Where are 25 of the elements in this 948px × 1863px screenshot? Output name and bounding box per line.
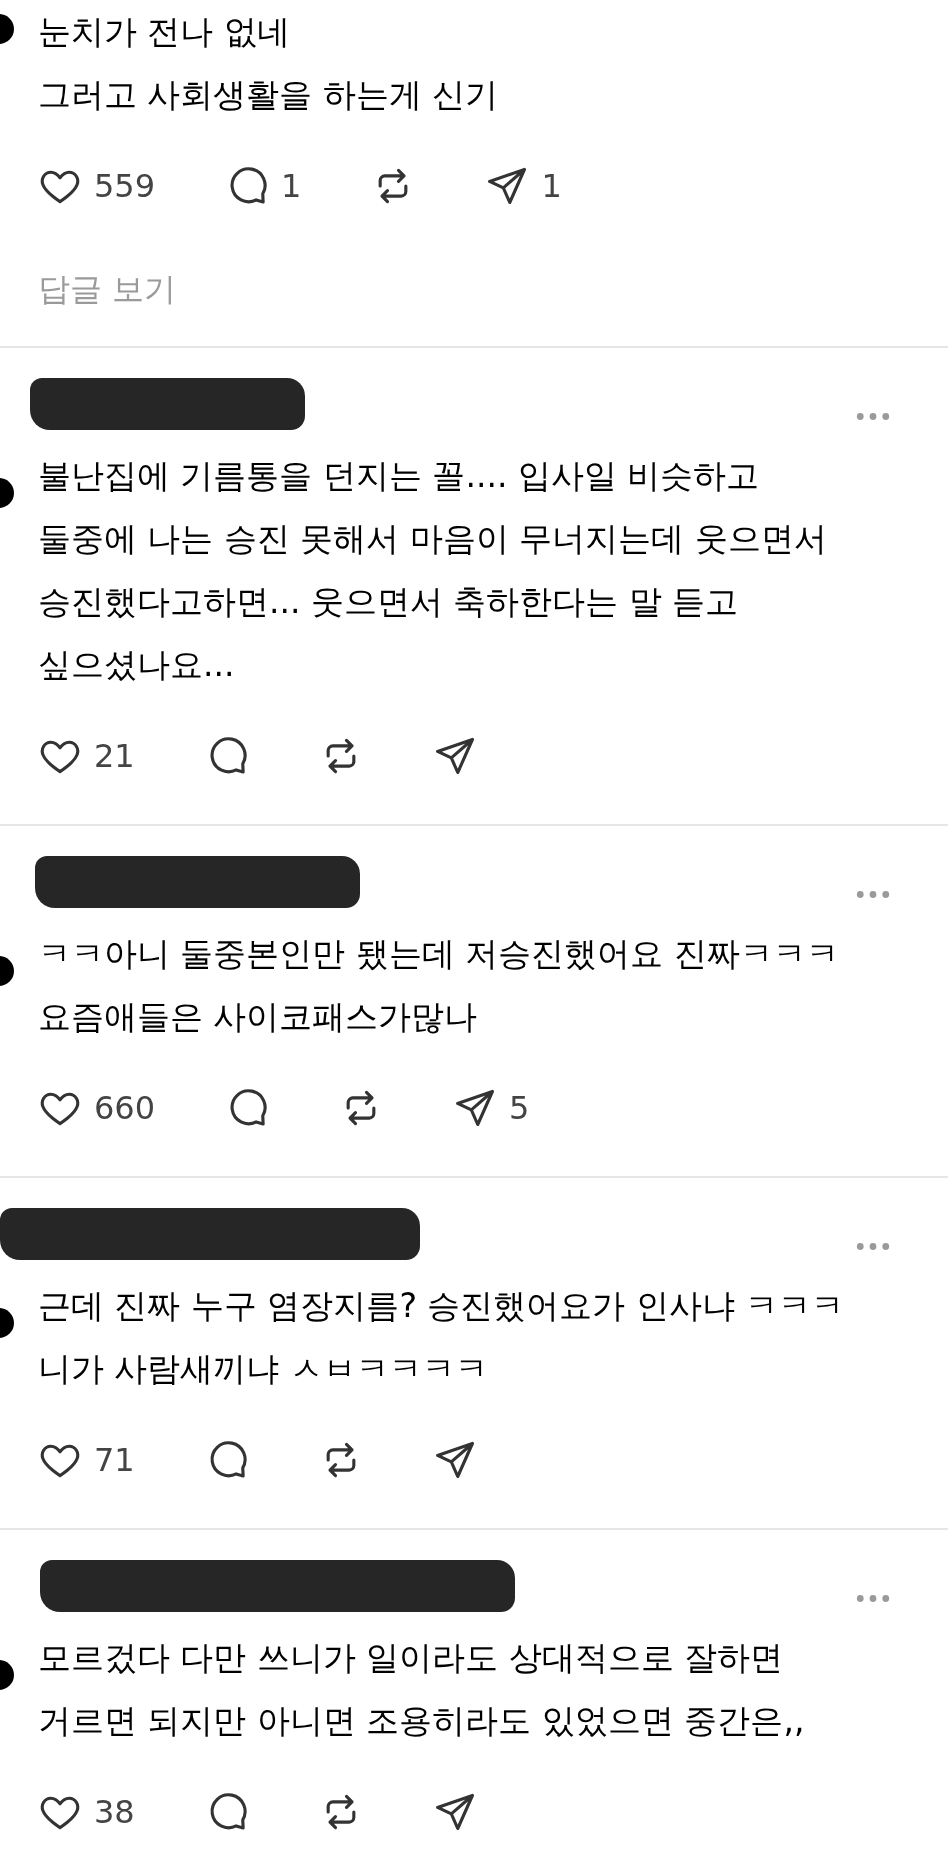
comment-text: 둘중에 나는 승진 못해서 마음이 무너지는데 웃으면서 <box>38 518 828 560</box>
count-label: 38 <box>94 1793 135 1831</box>
more-icon[interactable] <box>856 1242 890 1251</box>
comment-text: 거르면 되지만 아니면 조용히라도 있었으면 중간은,, <box>38 1700 806 1742</box>
post-text: 눈치가 전나 없네 <box>38 11 291 53</box>
count-label: 71 <box>94 1441 135 1479</box>
more-icon[interactable] <box>856 412 890 421</box>
view-replies-link[interactable]: 답글 보기 <box>38 268 177 312</box>
comment-text: 요즘애들은 사이코패스가많나 <box>38 996 479 1038</box>
count-label: 660 <box>94 1089 156 1127</box>
count-label: 5 <box>509 1089 530 1127</box>
comment-text: ㅋㅋ아니 둘중본인만 됐는데 저승진했어요 진짜ㅋㅋㅋ <box>38 933 840 975</box>
comment-text: 근데 진짜 누구 염장지름? 승진했어요가 인사냐 ㅋㅋㅋ <box>38 1285 846 1327</box>
count-label: 559 <box>94 167 156 205</box>
comment-text: 승진했다고하면... 웃으면서 축하한다는 말 듣고 <box>38 581 740 623</box>
comment-text: 모르겄다 다만 쓰니가 일이라도 상대적으로 잘하면 <box>38 1637 785 1679</box>
more-icon[interactable] <box>856 890 890 899</box>
comment-text: 불난집에 기름통을 던지는 꼴.... 입사일 비슷하고 <box>38 455 761 497</box>
post-text: 그러고 사회생활을 하는게 신기 <box>38 74 500 116</box>
comment-text: 싶으셨나요... <box>38 644 236 686</box>
more-icon[interactable] <box>856 1594 890 1603</box>
count-label: 1 <box>541 167 562 205</box>
count-label: 21 <box>94 737 135 775</box>
comment-text: 니가 사람새끼냐 ㅅㅂㅋㅋㅋㅋ <box>38 1348 489 1390</box>
count-label: 1 <box>281 167 302 205</box>
